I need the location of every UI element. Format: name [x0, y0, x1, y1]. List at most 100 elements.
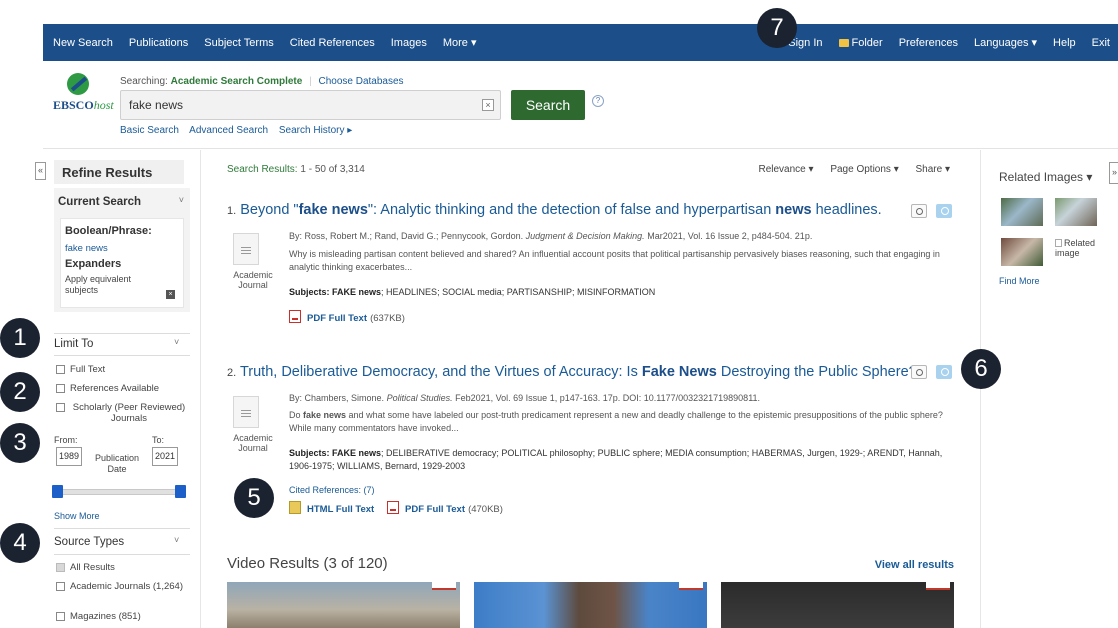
limit-to-title[interactable]: Limit To: [54, 338, 93, 350]
search-input[interactable]: fake news ×: [120, 90, 501, 120]
nav-exit[interactable]: Exit: [1092, 37, 1110, 49]
callout-badge-7: 7: [757, 8, 797, 48]
broken-image-placeholder[interactable]: Related image: [1055, 238, 1118, 258]
share-dropdown[interactable]: Share ▾: [916, 164, 950, 175]
limit-full-text-option[interactable]: Full Text: [56, 364, 105, 375]
result-abstract: Do fake news and what some have labeled …: [289, 410, 943, 433]
expanders-label: Expanders: [65, 258, 122, 270]
top-navigation-bar: New Search Publications Subject Terms Ci…: [43, 24, 1118, 61]
result-byline: By: Chambers, Simone. Political Studies.…: [289, 393, 761, 403]
video-thumbnail[interactable]: [227, 582, 460, 628]
all-results-checkbox[interactable]: [56, 563, 65, 572]
basic-search-link[interactable]: Basic Search: [120, 125, 179, 136]
find-more-link[interactable]: Find More: [999, 276, 1040, 286]
publication-type-label: Academic Journal: [233, 433, 273, 453]
video-thumbnail[interactable]: [474, 582, 707, 628]
nav-more-menu[interactable]: More ▾: [443, 36, 477, 49]
from-year-input[interactable]: 1989: [56, 447, 82, 466]
related-image-thumbnail[interactable]: [1001, 198, 1043, 226]
references-checkbox[interactable]: [56, 384, 65, 393]
search-mode-links: Basic Search Advanced Search Search Hist…: [120, 125, 360, 136]
cited-references-link[interactable]: Cited References: (7): [289, 485, 375, 495]
nav-publications[interactable]: Publications: [129, 37, 188, 49]
from-label: From:: [54, 435, 78, 445]
nav-preferences[interactable]: Preferences: [899, 37, 958, 49]
pdf-icon: [289, 310, 301, 323]
academic-journal-icon: [233, 233, 259, 265]
pdf-full-text-link[interactable]: PDF Full Text (470KB): [387, 501, 503, 515]
divider: [54, 528, 190, 529]
results-count: Search Results: 1 - 50 of 3,314: [227, 164, 365, 175]
pdf-icon: [387, 501, 399, 514]
refine-results-title: Refine Results: [54, 160, 184, 184]
limit-scholarly-option[interactable]: Scholarly (Peer Reviewed) Journals: [56, 402, 188, 424]
search-history-link[interactable]: Search History ▸: [279, 125, 352, 136]
result-title-link[interactable]: 2. Truth, Deliberative Democracy, and th…: [227, 364, 917, 380]
scholarly-checkbox[interactable]: [56, 403, 65, 412]
nav-cited-references[interactable]: Cited References: [290, 37, 375, 49]
page-options-dropdown[interactable]: Page Options ▾: [830, 164, 898, 175]
advanced-search-link[interactable]: Advanced Search: [189, 125, 268, 136]
result-byline: By: Ross, Robert M.; Rand, David G.; Pen…: [289, 231, 813, 241]
relevance-sort-dropdown[interactable]: Relevance ▾: [758, 164, 813, 175]
show-more-link[interactable]: Show More: [54, 511, 100, 521]
help-icon[interactable]: ?: [592, 95, 604, 107]
chevron-down-icon[interactable]: ˅: [174, 535, 179, 545]
source-all-results-option[interactable]: All Results: [56, 562, 115, 573]
video-results-title: Video Results (3 of 120): [227, 555, 388, 572]
search-button[interactable]: Search: [511, 90, 585, 120]
chevron-down-icon[interactable]: ˅: [174, 337, 179, 347]
source-magazines-option[interactable]: Magazines (851): [56, 611, 141, 622]
nav-new-search[interactable]: New Search: [53, 37, 113, 49]
ebsco-logo-text[interactable]: EBSCOhost: [53, 98, 114, 113]
related-image-thumbnail[interactable]: [1055, 198, 1097, 226]
clear-search-icon[interactable]: ×: [482, 99, 494, 111]
searching-database-line: Searching: Academic Search Complete | Ch…: [120, 76, 404, 87]
nav-languages[interactable]: Languages ▾: [974, 36, 1037, 49]
slider-start-handle[interactable]: [52, 485, 63, 498]
magazines-checkbox[interactable]: [56, 612, 65, 621]
html-icon: [289, 501, 301, 514]
callout-badge-3: 3: [0, 423, 40, 463]
to-year-input[interactable]: 2021: [152, 447, 178, 466]
nav-images[interactable]: Images: [391, 37, 427, 49]
callout-badge-1: 1: [0, 318, 40, 358]
add-to-folder-icon[interactable]: [936, 365, 952, 379]
preview-icon[interactable]: [911, 204, 927, 218]
to-label: To:: [152, 435, 165, 445]
choose-databases-link[interactable]: Choose Databases: [318, 76, 403, 87]
callout-badge-4: 4: [0, 523, 40, 563]
collapse-left-panel-icon[interactable]: «: [35, 162, 46, 180]
related-image-thumbnail[interactable]: [1001, 238, 1043, 266]
nav-folder[interactable]: Folder: [838, 37, 883, 49]
current-search-title[interactable]: Current Search: [54, 188, 190, 208]
current-search-card: Boolean/Phrase: fake news Expanders Appl…: [60, 218, 184, 308]
full-text-checkbox[interactable]: [56, 365, 65, 374]
nav-subject-terms[interactable]: Subject Terms: [204, 37, 274, 49]
chevron-down-icon[interactable]: ˅: [179, 195, 184, 205]
refine-results-sidebar: Refine Results Current Search ˅ Boolean/…: [52, 150, 193, 628]
ebsco-logo-icon[interactable]: [67, 73, 89, 95]
nav-help[interactable]: Help: [1053, 37, 1076, 49]
slider-end-handle[interactable]: [175, 485, 186, 498]
callout-badge-6: 6: [961, 349, 1001, 389]
remove-expander-icon[interactable]: ×: [166, 290, 175, 299]
preview-icon[interactable]: [911, 365, 927, 379]
source-types-title[interactable]: Source Types: [54, 536, 124, 548]
view-all-results-link[interactable]: View all results: [875, 559, 954, 571]
video-thumbnail[interactable]: [721, 582, 954, 628]
source-academic-journals-option[interactable]: Academic Journals (1,264): [56, 581, 188, 592]
add-to-folder-icon[interactable]: [936, 204, 952, 218]
result-abstract: Why is misleading partisan content belie…: [289, 249, 940, 272]
related-images-title[interactable]: Related Images ▾: [999, 170, 1092, 184]
callout-badge-2: 2: [0, 372, 40, 412]
pdf-full-text-link[interactable]: PDF Full Text (637KB): [289, 310, 405, 324]
result-options: Relevance ▾ Page Options ▾ Share ▾: [744, 164, 950, 175]
limit-references-option[interactable]: References Available: [56, 383, 159, 394]
academic-journals-checkbox[interactable]: [56, 582, 65, 591]
html-full-text-link[interactable]: HTML Full Text: [289, 501, 374, 515]
date-range-slider[interactable]: [58, 489, 184, 495]
database-name: Academic Search Complete: [170, 76, 303, 87]
result-title-link[interactable]: 1. Beyond "fake news": Analytic thinking…: [227, 202, 882, 218]
current-search-term[interactable]: fake news: [65, 243, 183, 254]
